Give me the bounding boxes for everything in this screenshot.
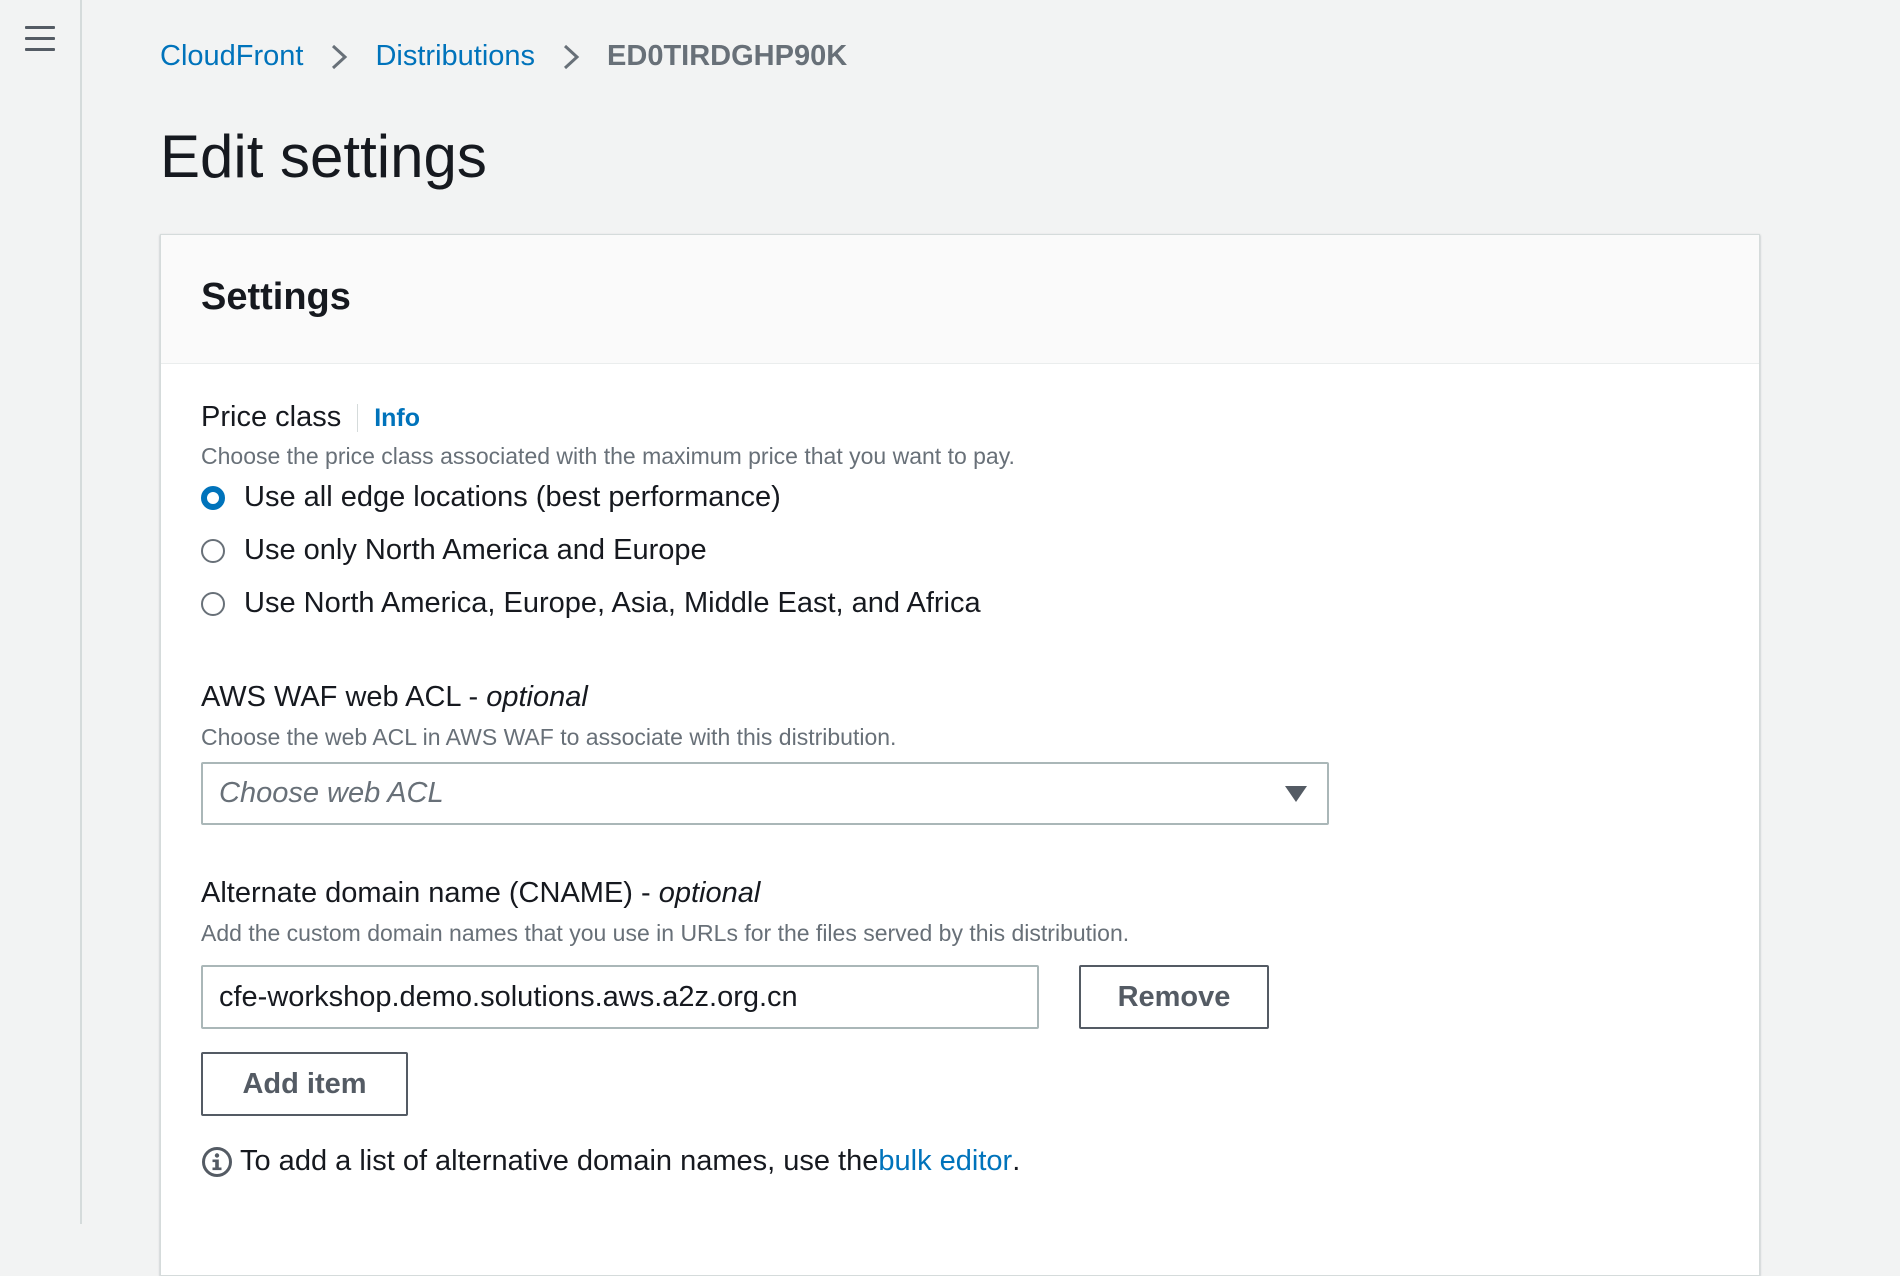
chevron-right-icon bbox=[564, 44, 580, 69]
cname-optional: optional bbox=[658, 877, 761, 909]
waf-web-acl-select[interactable]: Choose web ACL bbox=[201, 762, 1329, 825]
waf-select-placeholder: Choose web ACL bbox=[219, 777, 444, 809]
side-navigation bbox=[0, 0, 82, 1224]
price-class-option-na-eu-asia[interactable]: Use North America, Europe, Asia, Middle … bbox=[201, 587, 981, 620]
chevron-right-icon bbox=[332, 44, 348, 69]
settings-panel: Settings Price class Info Choose the pric… bbox=[160, 234, 1760, 1276]
caret-down-icon bbox=[1285, 786, 1307, 802]
cname-input[interactable] bbox=[201, 965, 1039, 1029]
bulk-editor-link[interactable]: bulk editor bbox=[878, 1145, 1012, 1178]
settings-heading: Settings bbox=[201, 276, 351, 318]
waf-optional: optional bbox=[486, 681, 588, 713]
price-class-info-link[interactable]: Info bbox=[357, 404, 421, 432]
cname-description: Add the custom domain names that you use… bbox=[201, 920, 1130, 946]
breadcrumb-distributions[interactable]: Distributions bbox=[375, 40, 535, 73]
price-class-label-row: Price class Info bbox=[201, 401, 421, 434]
bulk-editor-note-suffix: . bbox=[1012, 1145, 1021, 1177]
breadcrumb-current: ED0TIRDGHP90K bbox=[607, 40, 848, 72]
bulk-editor-note-text: To add a list of alternative domain name… bbox=[240, 1145, 879, 1177]
add-item-button[interactable]: Add item bbox=[201, 1052, 408, 1116]
waf-label: AWS WAF web ACL - optional bbox=[201, 681, 588, 714]
page-title: Edit settings bbox=[160, 123, 487, 190]
radio-button[interactable] bbox=[201, 538, 225, 563]
price-class-description: Choose the price class associated with t… bbox=[201, 443, 1015, 469]
radio-label: Use only North America and Europe bbox=[244, 534, 707, 566]
radio-label: Use all edge locations (best performance… bbox=[244, 481, 781, 513]
waf-label-text: AWS WAF web ACL - bbox=[201, 681, 487, 713]
price-class-option-na-eu[interactable]: Use only North America and Europe bbox=[201, 534, 707, 567]
bulk-editor-note: To add a list of alternative domain name… bbox=[201, 1145, 1020, 1178]
info-circle-icon bbox=[202, 1146, 232, 1177]
radio-button-selected[interactable] bbox=[201, 485, 225, 510]
breadcrumb-cloudfront[interactable]: CloudFront bbox=[160, 40, 303, 73]
cname-label-text: Alternate domain name (CNAME) - bbox=[201, 877, 659, 909]
radio-label: Use North America, Europe, Asia, Middle … bbox=[244, 587, 981, 619]
settings-panel-header: Settings bbox=[161, 235, 1759, 364]
radio-button[interactable] bbox=[201, 591, 225, 616]
hamburger-menu-icon[interactable] bbox=[25, 26, 55, 52]
cname-label: Alternate domain name (CNAME) - optional bbox=[201, 877, 760, 910]
waf-description: Choose the web ACL in AWS WAF to associa… bbox=[201, 724, 897, 750]
remove-button[interactable]: Remove bbox=[1079, 965, 1269, 1029]
price-class-label: Price class bbox=[201, 401, 342, 433]
breadcrumb: CloudFront Distributions ED0TIRDGHP90K bbox=[160, 40, 847, 73]
price-class-option-all[interactable]: Use all edge locations (best performance… bbox=[201, 481, 781, 514]
